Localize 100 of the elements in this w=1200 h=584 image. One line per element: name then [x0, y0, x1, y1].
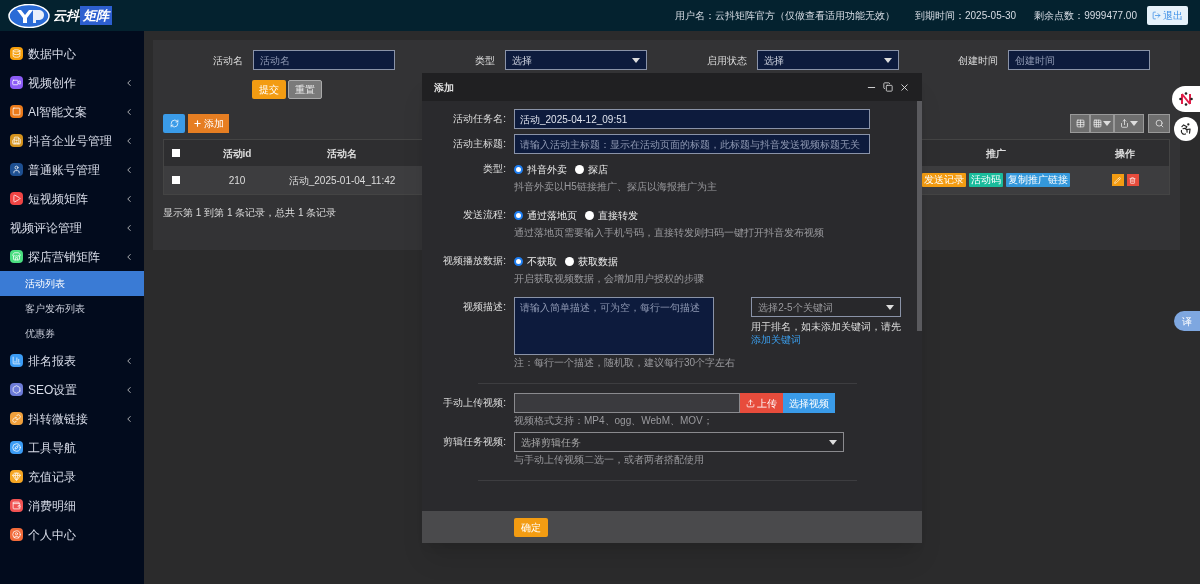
delete-button[interactable]	[1126, 174, 1139, 186]
caret-icon	[829, 439, 837, 445]
username-text: 用户名：云抖矩阵官方（仅做查看适用功能无效）	[675, 9, 895, 23]
task-select[interactable]: 选择剪辑任务	[514, 432, 844, 452]
field-label: 活动任务名:	[452, 112, 507, 126]
radio-label: 不获取	[527, 254, 557, 269]
help-text: 视频格式支持：MP4、ogg、WebM、MOV；	[514, 414, 714, 427]
filter-label: 启用状态	[705, 53, 748, 68]
field[interactable]: 选择	[756, 50, 899, 70]
sidebar-item[interactable]: 充值记录	[0, 462, 144, 491]
sidebar-item[interactable]: 排名报表	[0, 346, 144, 375]
checkbox[interactable]	[171, 149, 180, 157]
column-header: 活动id	[221, 146, 253, 161]
sidebar-item[interactable]: SEO设置	[0, 375, 144, 404]
pencil-icon	[1114, 176, 1121, 184]
columns-button[interactable]	[1090, 114, 1114, 133]
field-label: 活动主标题:	[452, 137, 507, 151]
table-cell-text: 活动_2025-01-04_11:42	[287, 173, 397, 188]
filter-label: 活动名	[212, 53, 244, 68]
field[interactable]: 活动名	[253, 50, 395, 70]
upload-icon	[746, 398, 755, 408]
description-textarea[interactable]: 请输入简单描述，可为空，每行一句描述	[514, 297, 714, 355]
sidebar-item[interactable]: 探店营销矩阵	[0, 242, 144, 271]
help-text: 抖音外卖以H5链接推广、探店以海报推广为主	[514, 180, 717, 193]
field-label: 视频描述:	[462, 300, 507, 314]
plus-icon	[193, 119, 202, 128]
submenu-item[interactable]: 优惠券	[0, 321, 144, 346]
sidebar-item[interactable]: AI智能文案	[0, 97, 144, 126]
radio-label: 探店	[588, 162, 608, 177]
close-icon[interactable]	[899, 81, 910, 93]
logo-text: 矩阵	[80, 5, 112, 26]
radio-button[interactable]	[514, 164, 523, 174]
radio-button[interactable]	[514, 256, 523, 266]
sidebar-item[interactable]: 普通账号管理	[0, 155, 144, 184]
help-text: 开启获取视频数据，会增加用户授权的步骤	[514, 272, 704, 285]
accessibility-button[interactable]	[1174, 117, 1198, 141]
accessibility-icon	[1179, 122, 1193, 136]
dialog-title: 添加	[434, 80, 455, 95]
caret-icon	[886, 304, 895, 310]
upload-button[interactable]: 上传	[740, 393, 783, 413]
sidebar-item[interactable]: 抖转微链接	[0, 404, 144, 433]
radio-button[interactable]	[575, 164, 584, 174]
trash-icon	[1129, 176, 1136, 184]
radio-button[interactable]	[514, 210, 523, 220]
filter-label: 类型	[473, 53, 496, 68]
sidebar-item[interactable]: 工具导航	[0, 433, 144, 462]
caret-icon	[883, 57, 892, 63]
submenu-item[interactable]: 客户发布列表	[0, 296, 144, 321]
sidebar-item[interactable]: 抖音企业号管理	[0, 126, 144, 155]
text-field[interactable]: 活动_2025-04-12_09:51	[514, 109, 870, 129]
sidebar-item[interactable]: 视频评论管理	[0, 213, 144, 242]
table-cell-text: 210	[227, 173, 247, 188]
table-view-button[interactable]	[1070, 114, 1090, 133]
text-field[interactable]: 请输入活动主标题：显示在活动页面的标题，此标题与抖音发送视频标题无关	[514, 134, 870, 154]
column-header: 操作	[1114, 146, 1136, 161]
radio-label: 通过落地页	[527, 208, 577, 223]
checkbox[interactable]	[171, 176, 180, 184]
restore-icon[interactable]	[883, 82, 893, 92]
table-icon	[1075, 119, 1085, 128]
grid-icon	[1093, 119, 1102, 128]
sidebar-item[interactable]: 数据中心	[0, 39, 144, 68]
caret-icon	[631, 57, 640, 63]
column-header: 推广	[985, 146, 1007, 161]
logo-text: 云抖	[53, 6, 79, 25]
reset-button[interactable]: 重置	[288, 80, 322, 99]
floating-logo-button[interactable]	[1172, 86, 1200, 112]
help-text: 注：每行一个描述，随机取，建议每行30个字左右	[514, 356, 736, 369]
submenu-item[interactable]: 活动列表	[0, 271, 144, 296]
radio-button[interactable]	[585, 210, 594, 220]
export-button[interactable]	[1114, 114, 1144, 133]
caret-icon	[1130, 121, 1138, 126]
expiry-text: 到期时间：2025-05-30	[915, 9, 1017, 23]
sidebar-item[interactable]: 短视频矩阵	[0, 184, 144, 213]
sidebar-item[interactable]: 消费明细	[0, 491, 144, 520]
scrollbar[interactable]	[917, 101, 922, 511]
export-icon	[1120, 119, 1129, 128]
refresh-icon	[169, 119, 179, 128]
help-text: 与手动上传视频二选一，或者两者搭配使用	[514, 453, 705, 466]
filter-label: 创建时间	[957, 53, 1000, 68]
points-text: 剩余点数：9999477.00	[1034, 9, 1137, 23]
field-label: 视频播放数据:	[442, 254, 507, 268]
field[interactable]: 选择	[504, 50, 647, 70]
edit-button[interactable]	[1111, 174, 1124, 186]
field-label: 手动上传视频:	[442, 396, 507, 410]
field-label: 剪辑任务视频:	[442, 435, 507, 449]
caret-icon	[1103, 121, 1111, 126]
radio-label: 直接转发	[598, 208, 638, 223]
add-keyword-link[interactable]: 添加关键词	[751, 334, 802, 345]
radio-label: 抖音外卖	[527, 162, 567, 177]
radio-button[interactable]	[565, 256, 574, 266]
upload-field[interactable]	[514, 393, 740, 413]
help-text: 通过落地页需要输入手机号码，直接转发则扫码一键打开抖音发布视频	[514, 226, 824, 239]
field[interactable]: 创建时间	[1008, 50, 1151, 70]
keyword-select[interactable]: 选择2-5个关键词	[751, 297, 902, 317]
sidebar-item[interactable]: 个人中心	[0, 520, 144, 549]
field-label: 发送流程:	[462, 208, 507, 222]
search-icon	[1154, 119, 1164, 128]
field-label: 类型:	[482, 162, 507, 176]
sidebar-item[interactable]: 视频创作	[0, 68, 144, 97]
logout-icon	[1152, 11, 1161, 20]
